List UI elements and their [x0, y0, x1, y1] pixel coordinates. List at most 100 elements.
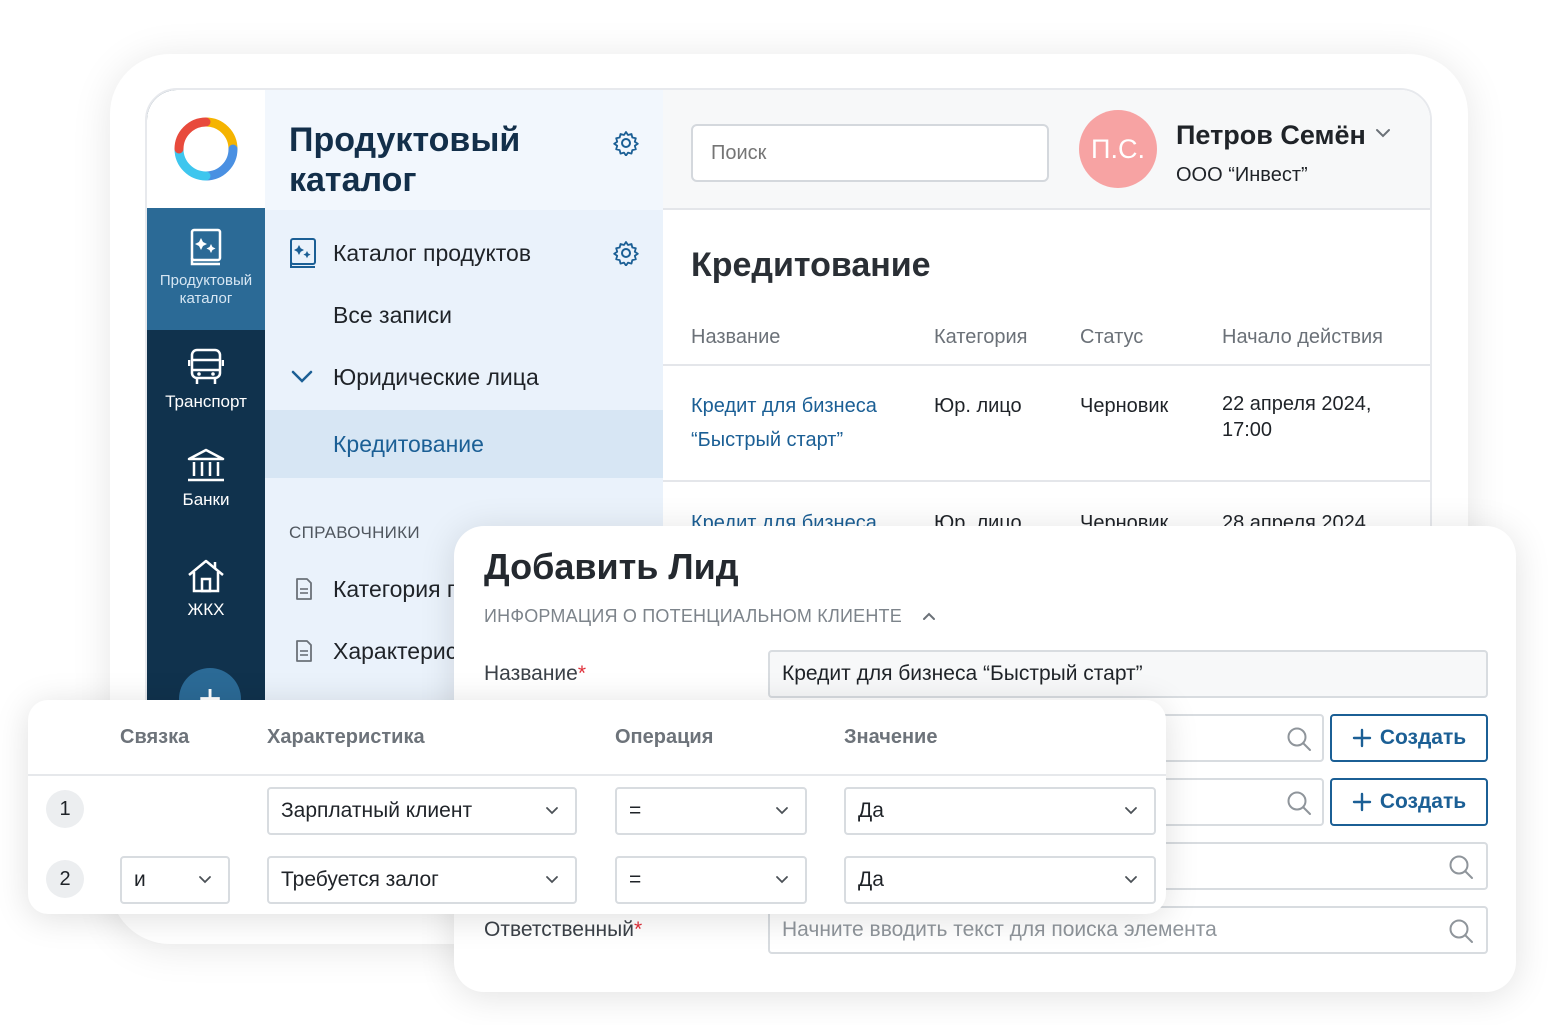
rail-item-transport[interactable]: Транспорт	[147, 348, 265, 411]
row-name-line2[interactable]: “Быстрый старт”	[691, 427, 843, 453]
filter-header-value: Значение	[844, 726, 938, 748]
gear-icon[interactable]	[613, 240, 639, 266]
column-header-status[interactable]: Статус	[1080, 326, 1143, 349]
user-org: ООО “Инвест”	[1176, 164, 1308, 186]
top-bar: П.С. Петров Семён ООО “Инвест”	[663, 90, 1430, 210]
value-select[interactable]: Да	[844, 856, 1156, 904]
responsible-label: Ответственный*	[484, 918, 642, 942]
house-icon	[188, 559, 224, 593]
create-button-1[interactable]: Создать	[1330, 714, 1488, 762]
search-icon[interactable]	[1286, 790, 1312, 816]
select-value: и	[134, 868, 146, 891]
page-title: Кредитование	[691, 246, 931, 284]
operation-select[interactable]: =	[615, 856, 807, 904]
row-start-line2: 17:00	[1222, 419, 1273, 441]
nav-item-label: Все записи	[333, 301, 453, 328]
name-field[interactable]: Кредит для бизнеса “Быстрый старт”	[768, 650, 1488, 698]
chevron-down-icon[interactable]	[1375, 128, 1391, 138]
divider	[28, 774, 1166, 776]
chevron-down-icon	[776, 876, 788, 884]
nav-item-label: Кредитование	[333, 430, 484, 457]
search-input[interactable]	[691, 124, 1049, 182]
nav-section-references: СПРАВОЧНИКИ	[289, 523, 420, 542]
select-value: =	[629, 799, 642, 822]
nav-item-label: Каталог продуктов	[333, 239, 532, 266]
name-label-text: Название	[484, 662, 578, 685]
document-icon	[296, 640, 312, 662]
row-category: Юр. лицо	[934, 395, 1022, 417]
create-button-2[interactable]: Создать	[1330, 778, 1488, 826]
operation-select[interactable]: =	[615, 787, 807, 835]
responsible-label-text: Ответственный	[484, 918, 634, 941]
bank-icon	[187, 448, 225, 482]
rail-item-label: Продуктовый каталог	[159, 272, 253, 307]
chevron-down-icon	[546, 807, 558, 815]
column-header-name[interactable]: Название	[691, 326, 780, 349]
row-number: 2	[46, 860, 84, 898]
chevron-down-icon	[1125, 876, 1137, 884]
divider	[663, 480, 1430, 482]
row-name-line1[interactable]: Кредит для бизнеса	[691, 393, 877, 419]
select-value: Да	[858, 799, 884, 822]
filter-header-operation: Операция	[615, 726, 714, 748]
logo-icon	[174, 117, 238, 181]
nav-item-product-catalog[interactable]: Каталог продуктов	[265, 222, 663, 284]
create-button-label: Создать	[1379, 726, 1467, 749]
chevron-down-icon	[546, 876, 558, 884]
column-header-category[interactable]: Категория	[934, 326, 1028, 349]
select-value: Требуется залог	[281, 868, 439, 891]
characteristic-select[interactable]: Зарплатный клиент	[267, 787, 577, 835]
nav-title: Продуктовый каталог	[289, 121, 521, 199]
user-name[interactable]: Петров Семён	[1176, 120, 1366, 151]
nav-item-label: Категория п	[333, 575, 460, 602]
name-label: Название*	[484, 662, 586, 686]
filter-header-link: Связка	[120, 726, 190, 748]
row-status: Черновик	[1080, 395, 1169, 417]
nav-item-legal-entities[interactable]: Юридические лица	[265, 346, 663, 408]
rail-item-housing[interactable]: ЖКХ	[147, 558, 265, 619]
select-value: Да	[858, 868, 884, 891]
nav-item-label: Характерис	[333, 637, 458, 664]
chevron-down-icon	[1125, 807, 1137, 815]
filter-header-characteristic: Характеристика	[267, 726, 425, 748]
chevron-down-icon	[199, 876, 211, 884]
search-icon[interactable]	[1286, 726, 1312, 752]
characteristic-select[interactable]: Требуется залог	[267, 856, 577, 904]
divider	[663, 364, 1430, 366]
search-icon[interactable]	[1448, 854, 1474, 880]
search-icon[interactable]	[1448, 918, 1474, 944]
catalog-icon	[190, 228, 222, 266]
catalog-icon	[290, 238, 316, 268]
rail-item-catalog[interactable]: Продуктовый каталог	[147, 208, 265, 330]
plus-icon	[1352, 728, 1372, 748]
nav-header: Продуктовый каталог	[265, 90, 663, 210]
row-start-line1: 22 апреля 2024,	[1222, 393, 1372, 415]
select-value: =	[629, 868, 642, 891]
chevron-down-icon	[776, 807, 788, 815]
value-select[interactable]: Да	[844, 787, 1156, 835]
chevron-down-icon	[291, 370, 313, 383]
rail-item-label: ЖКХ	[187, 600, 225, 619]
document-icon	[296, 578, 312, 600]
app-logo[interactable]	[147, 90, 265, 208]
column-header-start[interactable]: Начало действия	[1222, 326, 1383, 349]
nav-item-all-records[interactable]: Все записи	[265, 284, 663, 346]
rail-item-label: Транспорт	[165, 392, 247, 411]
rail-item-banks[interactable]: Банки	[147, 448, 265, 509]
filter-conditions-card: Связка Характеристика Операция Значение …	[28, 700, 1166, 914]
rail-item-label: Банки	[182, 490, 230, 509]
row-number: 1	[46, 790, 84, 828]
form-section-toggle[interactable]: ИНФОРМАЦИЯ О ПОТЕНЦИАЛЬНОМ КЛИЕНТЕ	[484, 606, 902, 627]
nav-item-label: Юридические лица	[333, 363, 539, 390]
required-mark: *	[633, 918, 643, 941]
nav-item-lending[interactable]: Кредитование	[265, 410, 663, 478]
form-title: Добавить Лид	[484, 546, 739, 587]
select-value: Зарплатный клиент	[281, 799, 473, 822]
avatar[interactable]: П.С.	[1079, 110, 1157, 188]
plus-icon	[1352, 792, 1372, 812]
required-mark: *	[577, 662, 587, 685]
gear-icon[interactable]	[613, 130, 639, 156]
chevron-up-icon[interactable]	[922, 612, 936, 621]
link-select[interactable]: и	[120, 856, 230, 904]
create-button-label: Создать	[1379, 790, 1467, 813]
